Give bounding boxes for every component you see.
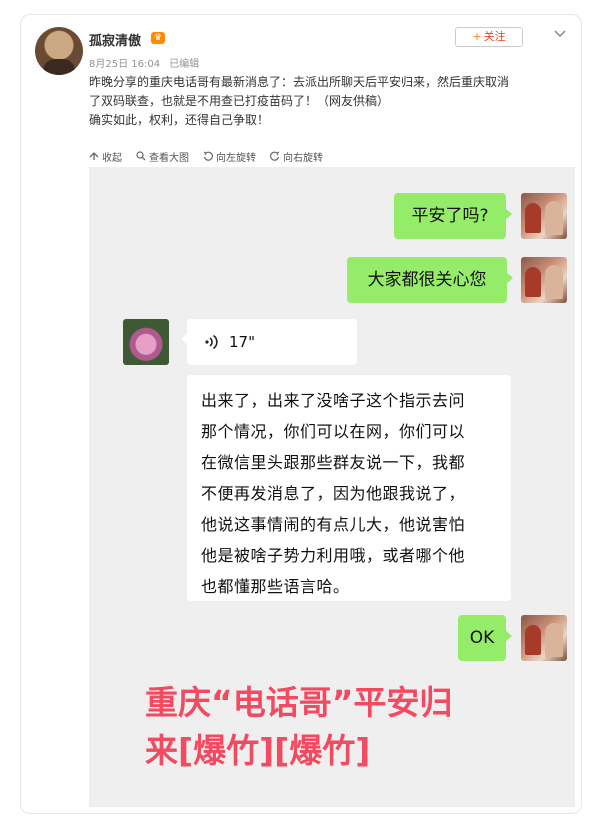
collapse-icon	[89, 152, 99, 160]
chat-message-line: 出来了，出来了没啥子这个指示去问	[201, 391, 466, 410]
post-text-line: 昨晚分享的重庆电话哥有最新消息了：去派出所聊天后平安归来，然后重庆取消	[89, 75, 510, 89]
headline-overlay: 重庆“电话哥”平安归 来[爆竹][爆竹]	[145, 679, 545, 775]
weibo-post-card: 孤寂清傲 ♛ 8月25日 16:04 已编辑 + 关注 昨晚分享的重庆电话哥有最新…	[20, 14, 582, 814]
user-avatar[interactable]	[35, 27, 83, 75]
collapse-button[interactable]: 收起	[89, 149, 122, 164]
follow-button[interactable]: + 关注	[455, 27, 523, 47]
chat-message-line: 那个情况，你们可以在网，你们可以	[201, 422, 466, 441]
plus-icon: +	[472, 30, 482, 43]
chat-bubble-sent: 大家都很关心您	[347, 257, 513, 303]
chat-bubble-sent: OK	[458, 615, 512, 661]
post-date[interactable]: 8月25日 16:04	[89, 59, 160, 70]
chat-bubble-received: 出来了，出来了没啥子这个指示去问 那个情况，你们可以在网，你们可以 在微信里头跟…	[187, 375, 511, 601]
rotate-left-button[interactable]: 向左旋转	[203, 149, 256, 164]
my-avatar	[521, 615, 567, 661]
contact-avatar	[123, 319, 169, 365]
view-large-button[interactable]: 查看大图	[136, 149, 189, 164]
voice-icon	[205, 334, 218, 350]
my-avatar	[521, 193, 567, 239]
chat-message-text: 平安了吗?	[411, 206, 489, 226]
chat-message-text: 大家都很关心您	[367, 270, 487, 290]
voice-message-bubble[interactable]: 17"	[181, 319, 357, 365]
rotate-right-label: 向右旋转	[283, 152, 323, 164]
post-text-line: 确实如此，权利，还得自己争取！	[89, 113, 270, 127]
my-avatar	[521, 257, 567, 303]
view-large-label: 查看大图	[149, 152, 189, 164]
chat-message-line: 他说这事情闹的有点儿大，他说害怕	[201, 515, 466, 534]
chevron-down-icon[interactable]	[553, 27, 567, 41]
chat-message-line: 他是被啥子势力利用哦，或者哪个他	[201, 546, 466, 565]
vip-badge-icon: ♛	[151, 32, 165, 44]
rotate-left-icon	[203, 151, 213, 161]
search-icon	[136, 151, 146, 161]
rotate-right-icon	[270, 151, 280, 161]
username[interactable]: 孤寂清傲	[89, 30, 141, 49]
rotate-left-label: 向左旋转	[216, 152, 256, 164]
headline-line: 重庆“电话哥”平安归	[145, 683, 453, 722]
image-toolbar: 收起 查看大图 向左旋转 向右旋转	[89, 145, 575, 167]
chat-bubble-sent: 平安了吗?	[394, 193, 512, 239]
chat-message-text: OK	[469, 628, 495, 648]
post-text: 昨晚分享的重庆电话哥有最新消息了：去派出所聊天后平安归来，然后重庆取消 了双码联…	[89, 73, 571, 130]
chat-screenshot-image[interactable]: 平安了吗? 大家都很关心您 17" 出来了，出来了没啥子这个指示去问 那个情况，…	[89, 167, 575, 807]
edited-label: 已编辑	[169, 59, 200, 70]
headline-line: 来[爆竹][爆竹]	[145, 731, 371, 770]
chat-message-line: 不便再发消息了，因为他跟我说了，	[201, 484, 466, 503]
chat-message-line: 也都懂那些语言哈。	[201, 577, 350, 596]
collapse-label: 收起	[102, 152, 122, 164]
chat-message-line: 在微信里头跟那些群友说一下，我都	[201, 453, 466, 472]
follow-label: 关注	[483, 30, 506, 43]
rotate-right-button[interactable]: 向右旋转	[270, 149, 323, 164]
voice-duration: 17"	[229, 333, 255, 351]
post-text-line: 了双码联查，也就是不用查已打疫苗码了！（网友供稿）	[89, 94, 390, 108]
post-meta: 8月25日 16:04 已编辑	[89, 55, 205, 70]
